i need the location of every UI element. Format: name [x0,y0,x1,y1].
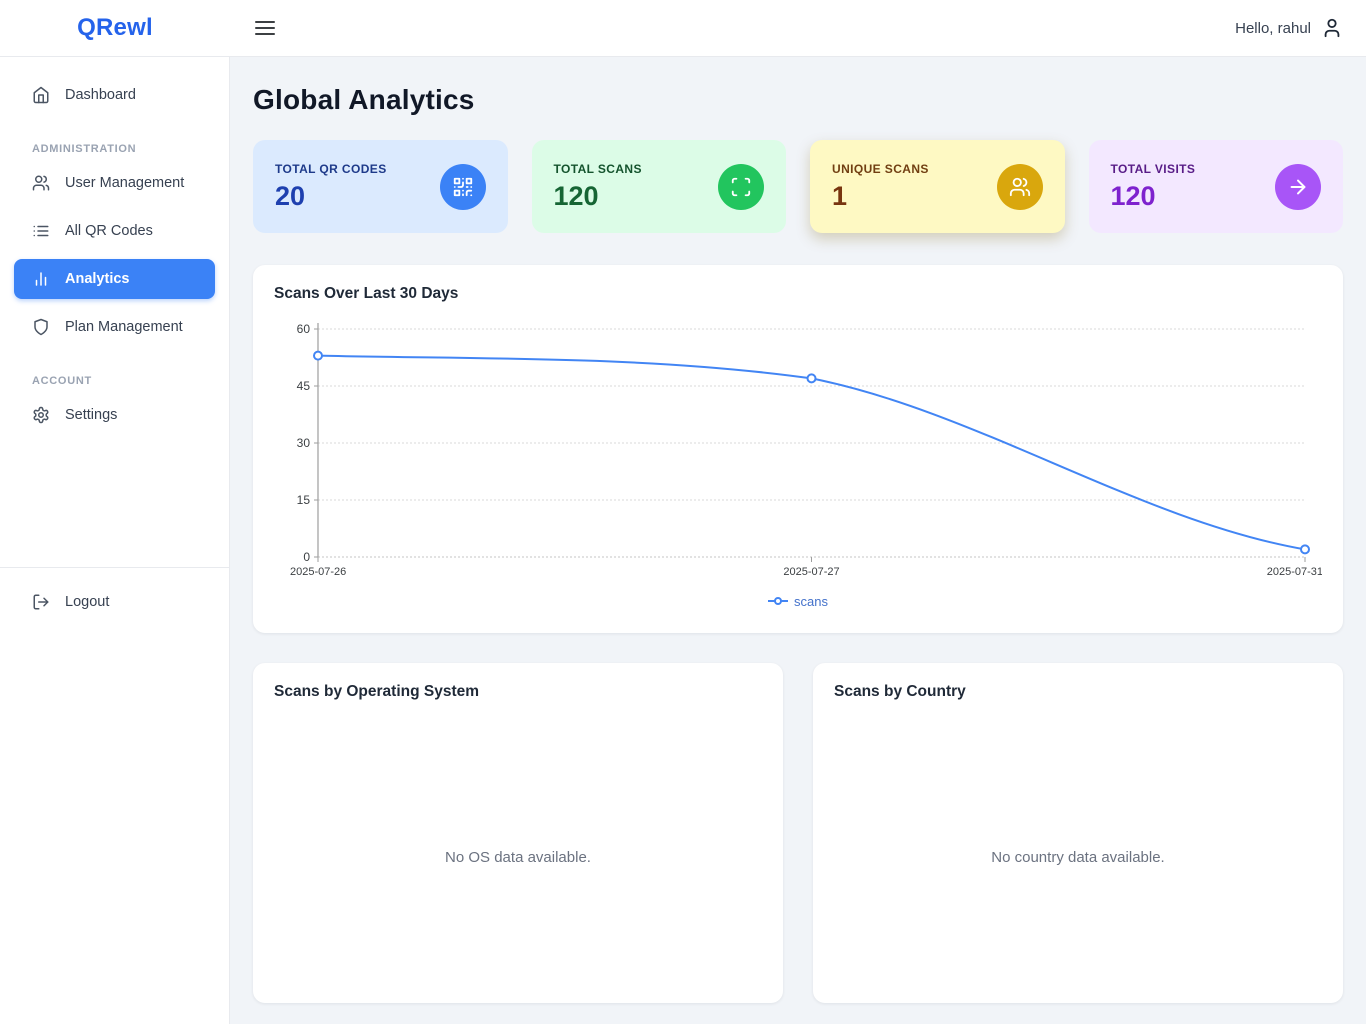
logout-button[interactable]: Logout [14,582,215,622]
stat-value: 20 [275,181,387,212]
svg-text:2025-07-27: 2025-07-27 [783,566,839,578]
chart-legend: scans [274,590,1322,612]
sidebar-item-label: User Management [65,175,184,191]
svg-text:2025-07-26: 2025-07-26 [290,566,346,578]
logout-icon [32,593,50,611]
arrow-right-icon[interactable] [1275,164,1321,210]
svg-text:60: 60 [297,323,311,336]
sidebar-footer: Logout [0,567,229,626]
stat-text: TOTAL VISITS 120 [1111,162,1196,212]
panel-title: Scans by Country [834,683,1322,701]
stat-label: TOTAL SCANS [554,162,642,176]
sidebar-item-settings[interactable]: Settings [14,395,215,435]
sidebar-item-all-qr-codes[interactable]: All QR Codes [14,211,215,251]
stats-row: TOTAL QR CODES 20 TOTAL SCANS 120 UNIQUE… [253,140,1343,233]
stat-card-total-scans: TOTAL SCANS 120 [532,140,787,233]
user-greeting: Hello, rahul [1235,20,1311,37]
bar-chart-icon [32,270,50,288]
sidebar-item-analytics[interactable]: Analytics [14,259,215,299]
page-title: Global Analytics [253,84,1343,116]
header-user-area: Hello, rahul [1235,17,1343,39]
shield-icon [32,318,50,336]
chart-area: 0 15 30 45 60 2025-07-26 2025-07-27 2025-07-31 [274,323,1322,588]
empty-state: No country data available. [834,701,1322,983]
sidebar-item-dashboard[interactable]: Dashboard [14,75,215,115]
empty-message: No OS data available. [445,849,591,866]
scans-line-chart: 0 15 30 45 60 2025-07-26 2025-07-27 2025-07-31 [274,323,1322,583]
top-header: QRewl Hello, rahul [0,0,1366,57]
stat-value: 120 [1111,181,1196,212]
brand-box: QRewl [0,14,230,42]
scans-chart-panel: Scans Over Last 30 Days 0 15 30 45 60 2025-07… [253,265,1343,633]
stat-text: TOTAL QR CODES 20 [275,162,387,212]
sidebar-item-plan-management[interactable]: Plan Management [14,307,215,347]
stat-card-unique-scans: UNIQUE SCANS 1 [810,140,1065,233]
sidebar-section-administration: ADMINISTRATION [32,143,215,155]
hamburger-menu-icon[interactable] [255,21,275,35]
panel-title: Scans by Operating System [274,683,762,701]
chart-title: Scans Over Last 30 Days [274,285,1322,303]
list-icon [32,222,50,240]
svg-text:2025-07-31: 2025-07-31 [1267,566,1322,578]
stat-card-total-visits: TOTAL VISITS 120 [1089,140,1344,233]
logout-label: Logout [65,594,109,610]
user-icon[interactable] [1321,17,1343,39]
empty-message: No country data available. [991,849,1164,866]
sidebar-section-account: ACCOUNT [32,375,215,387]
svg-text:45: 45 [297,379,311,393]
stat-label: TOTAL VISITS [1111,162,1196,176]
sidebar-item-label: Settings [65,407,117,423]
stat-label: TOTAL QR CODES [275,162,387,176]
sidebar-item-label: Plan Management [65,319,183,335]
sidebar-item-label: Dashboard [65,87,136,103]
bottom-panels-row: Scans by Operating System No OS data ava… [253,663,1343,1003]
svg-text:0: 0 [303,550,310,564]
sidebar-item-label: Analytics [65,271,129,287]
users-icon [32,174,50,192]
stat-value: 1 [832,181,929,212]
gear-icon [32,406,50,424]
scans-by-os-panel: Scans by Operating System No OS data ava… [253,663,783,1003]
svg-text:30: 30 [297,436,311,450]
home-icon [32,86,50,104]
sidebar-item-label: All QR Codes [65,223,153,239]
stat-value: 120 [554,181,642,212]
app-logo[interactable]: QRewl [77,14,153,42]
empty-state: No OS data available. [274,701,762,983]
scan-icon [718,164,764,210]
qr-code-icon [440,164,486,210]
stat-text: UNIQUE SCANS 1 [832,162,929,212]
sidebar: Dashboard ADMINISTRATION User Management… [0,57,230,1024]
users-icon [997,164,1043,210]
sidebar-item-user-management[interactable]: User Management [14,163,215,203]
svg-text:15: 15 [297,493,311,507]
legend-line-marker-icon [768,596,788,606]
stat-label: UNIQUE SCANS [832,162,929,176]
stat-card-total-qr-codes: TOTAL QR CODES 20 [253,140,508,233]
stat-text: TOTAL SCANS 120 [554,162,642,212]
main-content: Global Analytics TOTAL QR CODES 20 TOTAL… [230,0,1366,1003]
legend-label: scans [794,594,828,609]
scans-by-country-panel: Scans by Country No country data availab… [813,663,1343,1003]
